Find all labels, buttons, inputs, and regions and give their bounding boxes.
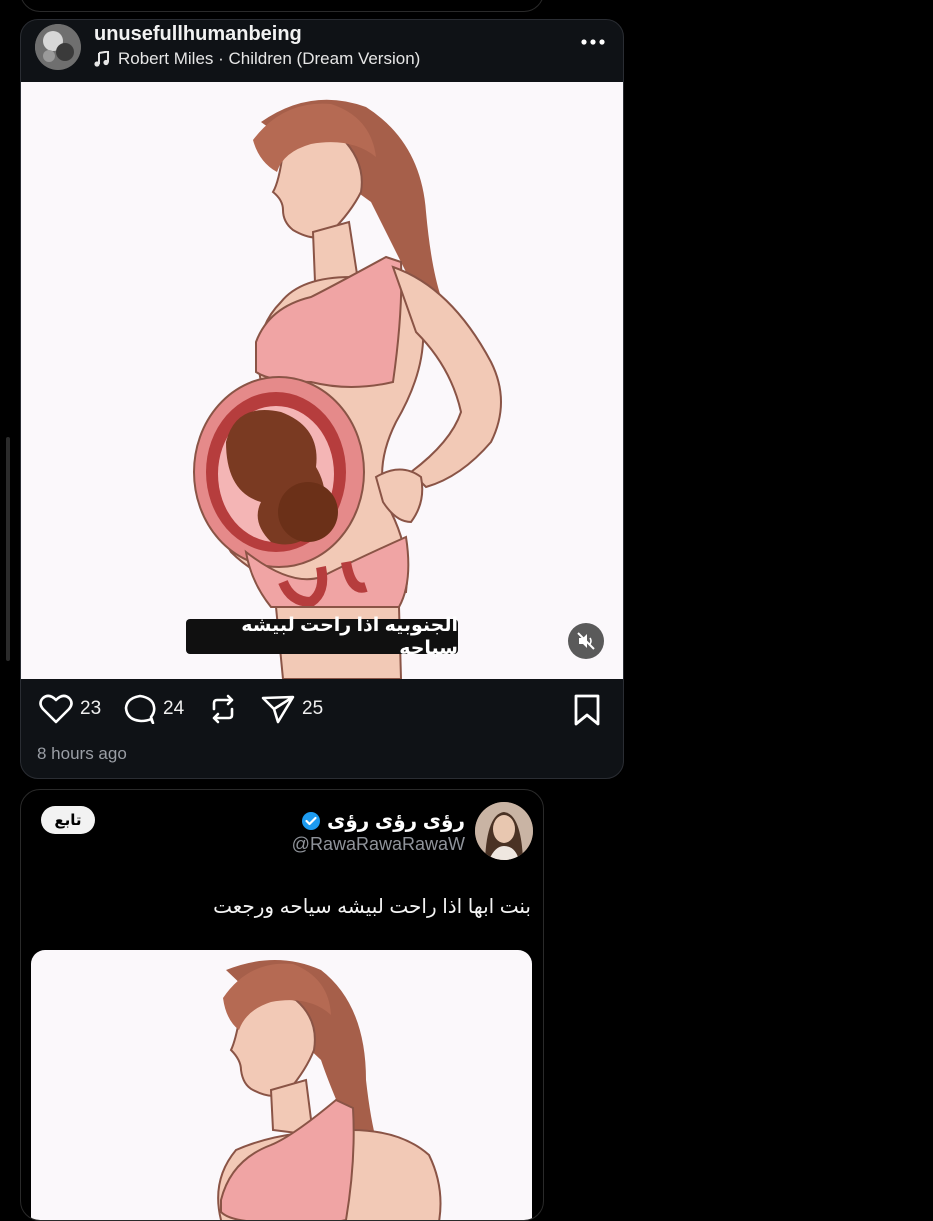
music-note-icon — [94, 51, 110, 67]
pregnancy-illustration — [193, 99, 502, 679]
display-name-text: رؤى رؤى رؤى — [327, 810, 465, 832]
repost-icon — [212, 694, 234, 724]
tweet-card: تابع رؤى رؤى رؤى @RawaRawaRawaW بنت ابها… — [20, 789, 544, 1221]
mute-icon[interactable] — [568, 623, 604, 659]
avatar[interactable] — [35, 24, 81, 70]
post-actions: 23 24 25 — [21, 694, 623, 734]
tweet-avatar[interactable] — [475, 802, 533, 860]
follow-button[interactable]: تابع — [41, 806, 95, 834]
bookmark-icon — [574, 694, 600, 726]
like-count: 23 — [80, 698, 102, 719]
previous-post-card-edge — [20, 0, 544, 12]
music-row[interactable]: Robert Miles · Children (Dream Version) — [94, 49, 420, 69]
post-video[interactable]: الجنوبيه اذا راحت لبيشه سياحه — [21, 82, 623, 679]
video-caption: الجنوبيه اذا راحت لبيشه سياحه — [186, 615, 458, 659]
tweet-handle[interactable]: @RawaRawaRawaW — [292, 834, 465, 855]
post-username[interactable]: unusefullhumanbeing — [94, 23, 302, 46]
share-button[interactable]: 25 — [261, 694, 323, 724]
pregnancy-illustration-2 — [217, 960, 442, 1220]
share-count: 25 — [302, 698, 324, 719]
like-button[interactable]: 23 — [39, 694, 101, 724]
tweet-text: بنت ابها اذا راحت لبيشه سياحه ورجعت — [213, 896, 531, 918]
verified-icon — [302, 811, 321, 830]
send-icon — [261, 695, 295, 724]
post-card: unusefullhumanbeing Robert Miles · Child… — [20, 19, 624, 779]
tweet-image[interactable] — [31, 950, 532, 1220]
comment-button[interactable]: 24 — [124, 694, 184, 724]
scrollbar[interactable] — [6, 437, 10, 661]
tweet-display-name[interactable]: رؤى رؤى رؤى — [301, 808, 465, 833]
heart-icon — [39, 694, 73, 724]
bookmark-button[interactable] — [573, 694, 601, 726]
music-label: Robert Miles · Children (Dream Version) — [118, 49, 421, 68]
comment-icon — [124, 694, 156, 724]
more-icon[interactable] — [581, 32, 605, 52]
post-timestamp: 8 hours ago — [37, 744, 127, 763]
repost-button[interactable] — [208, 694, 238, 724]
comment-count: 24 — [163, 698, 185, 719]
